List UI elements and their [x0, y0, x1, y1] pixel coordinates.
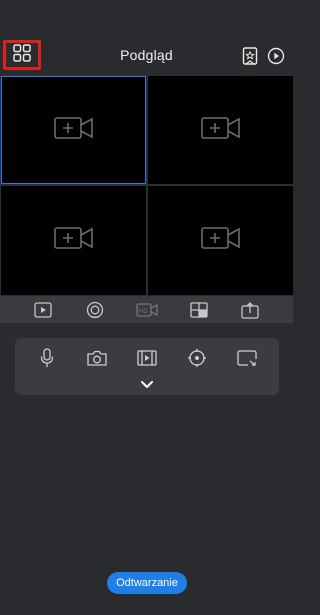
video-cell-2[interactable] [148, 76, 293, 184]
microphone-icon[interactable] [36, 347, 58, 369]
add-camera-icon[interactable] [53, 116, 94, 144]
split-screen-icon[interactable] [189, 300, 209, 319]
stop-record-icon[interactable] [85, 300, 105, 319]
ptz-icon[interactable] [186, 347, 208, 369]
fullscreen-icon[interactable] [236, 347, 258, 369]
play-square-icon[interactable] [33, 300, 53, 319]
export-icon[interactable] [240, 300, 260, 319]
stream-toolbar: HD [0, 296, 293, 323]
add-camera-icon[interactable] [53, 227, 94, 254]
live-view-screen: Podgląd HD Odtwarzanie [0, 0, 293, 615]
chevron-down-icon[interactable] [139, 378, 155, 390]
video-cell-1[interactable] [1, 76, 146, 184]
video-record-icon[interactable] [136, 347, 158, 369]
play-circle-icon[interactable] [265, 45, 287, 67]
svg-text:HD: HD [139, 309, 148, 315]
header: Podgląd [0, 38, 293, 74]
bookmark-star-icon[interactable] [239, 45, 261, 67]
camera-snapshot-icon[interactable] [86, 347, 108, 369]
control-panel [15, 338, 279, 395]
add-camera-icon[interactable] [200, 116, 241, 144]
video-cell-3[interactable] [1, 186, 146, 295]
hd-camera-icon[interactable]: HD [136, 300, 158, 319]
add-camera-icon[interactable] [200, 227, 241, 254]
playback-button[interactable]: Odtwarzanie [107, 572, 187, 594]
video-cell-4[interactable] [148, 186, 293, 295]
video-grid [0, 75, 293, 295]
